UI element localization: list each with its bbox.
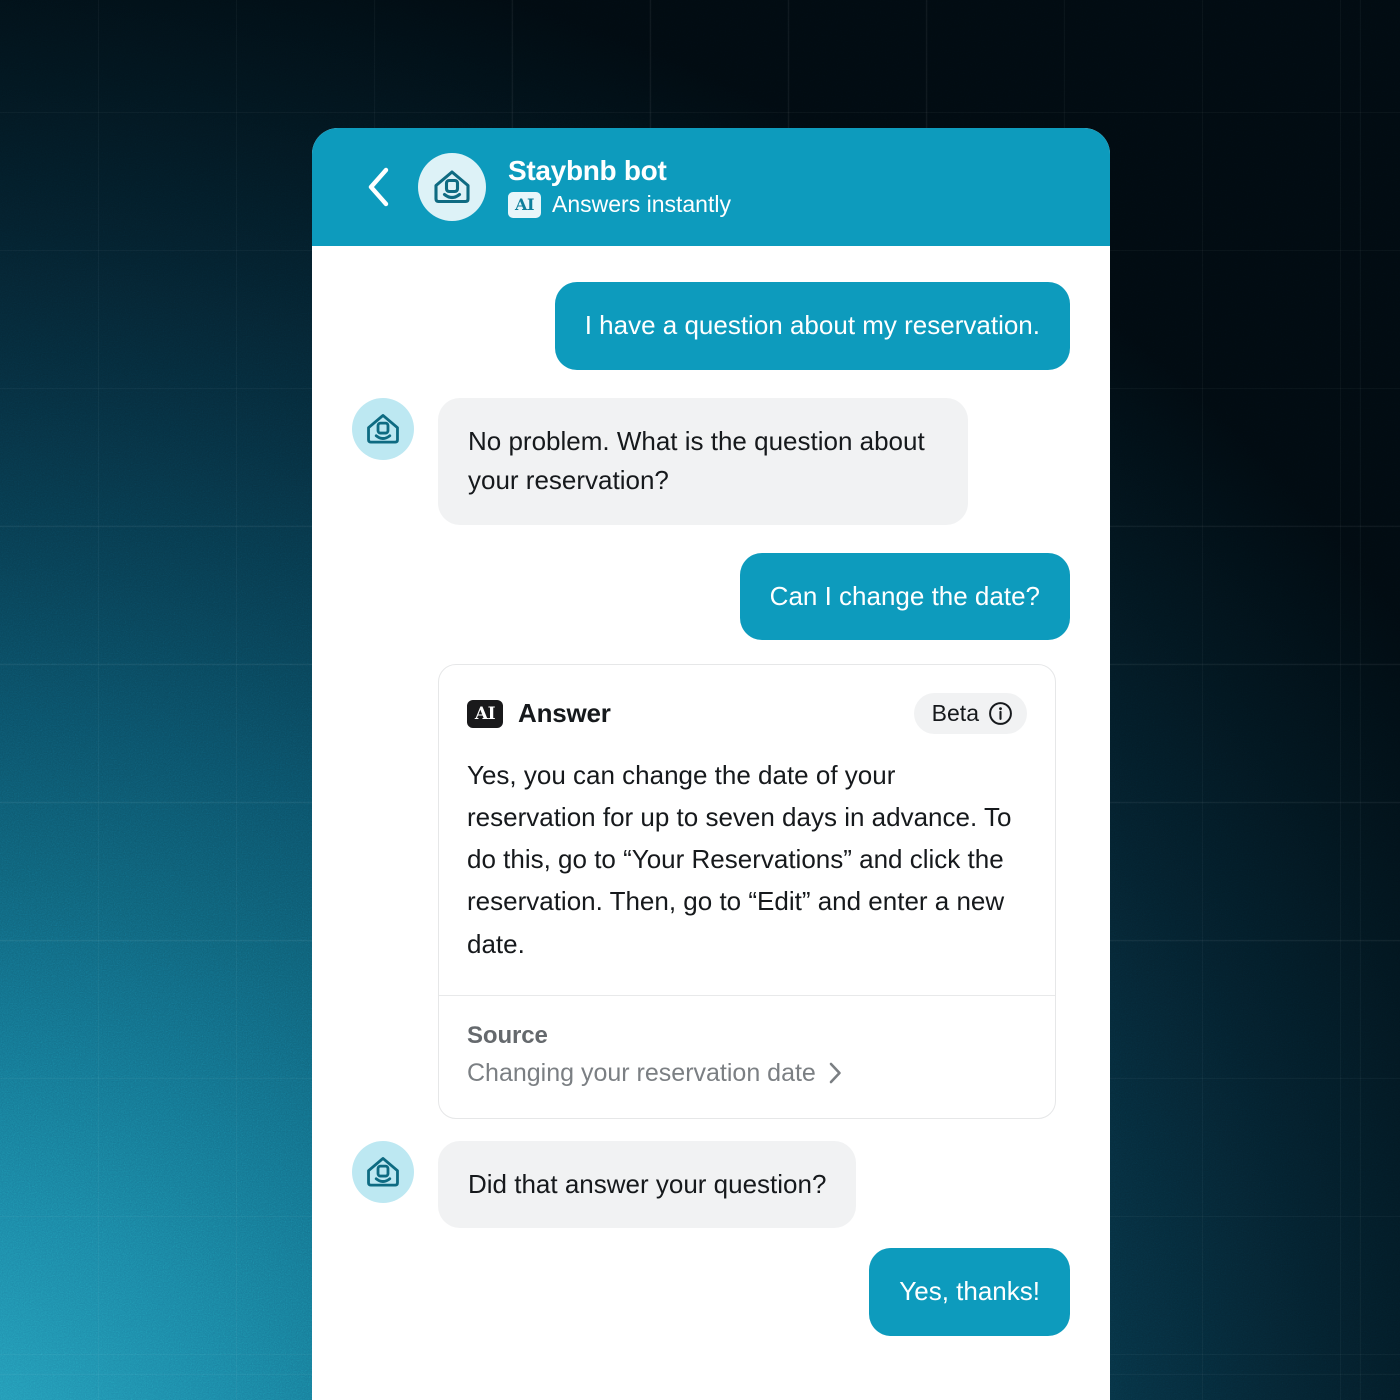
info-circle-icon[interactable] — [988, 701, 1013, 726]
message-bubble-bot: Did that answer your question? — [438, 1140, 857, 1229]
ai-answer-card-header: AI Answer Beta — [439, 665, 1055, 738]
chat-header: Staybnb bot AI Answers instantly — [312, 128, 1110, 246]
header-text-block: Staybnb bot AI Answers instantly — [508, 155, 731, 218]
ai-badge-icon: AI — [508, 191, 541, 218]
message-row-user: I have a question about my reservation. — [352, 282, 1070, 370]
bot-avatar-header — [418, 153, 486, 221]
message-bubble-bot: No problem. What is the question about y… — [438, 397, 968, 525]
ai-answer-body: Yes, you can change the date of your res… — [467, 760, 1012, 959]
ai-badge-icon: AI — [467, 699, 503, 728]
ai-answer-label: Answer — [518, 698, 611, 729]
chevron-left-icon — [368, 167, 389, 207]
staybnb-house-bot-avatar-icon — [434, 170, 470, 204]
chat-panel: Staybnb bot AI Answers instantly I have … — [312, 128, 1110, 1400]
source-link[interactable]: Changing your reservation date — [467, 1059, 1027, 1088]
message-row-bot: Did that answer your question? — [352, 1140, 1070, 1229]
message-row-bot: No problem. What is the question about y… — [352, 397, 1070, 525]
ai-answer-title-group: AI Answer — [467, 698, 611, 729]
source-link-text: Changing your reservation date — [467, 1058, 816, 1087]
staybnb-house-bot-avatar-icon — [367, 413, 399, 444]
back-button[interactable] — [356, 165, 400, 209]
message-bubble-user: Yes, thanks! — [869, 1248, 1070, 1336]
beta-badge[interactable]: Beta — [913, 693, 1027, 735]
message-row-user: Can I change the date? — [352, 552, 1070, 641]
bot-avatar-message — [352, 397, 414, 460]
message-bubble-user: I have a question about my reservation. — [554, 282, 1070, 370]
staybnb-house-bot-avatar-icon — [367, 1156, 399, 1187]
ai-answer-source-section: Source Changing your reservation date — [439, 996, 1055, 1118]
beta-label: Beta — [931, 700, 979, 727]
source-label: Source — [467, 1021, 548, 1049]
header-subtitle-row: AI Answers instantly — [508, 191, 731, 218]
message-bubble-user: Can I change the date? — [739, 552, 1070, 641]
bot-status-text: Answers instantly — [552, 191, 731, 218]
chevron-right-icon — [829, 1062, 841, 1084]
message-row-user: Yes, thanks! — [352, 1248, 1070, 1336]
bot-name: Staybnb bot — [508, 155, 667, 187]
bot-avatar-message — [352, 1140, 414, 1203]
ai-answer-card: AI Answer Beta Yes, you can change the d… — [438, 664, 1056, 1119]
chat-message-list: I have a question about my reservation. … — [312, 246, 1110, 1400]
